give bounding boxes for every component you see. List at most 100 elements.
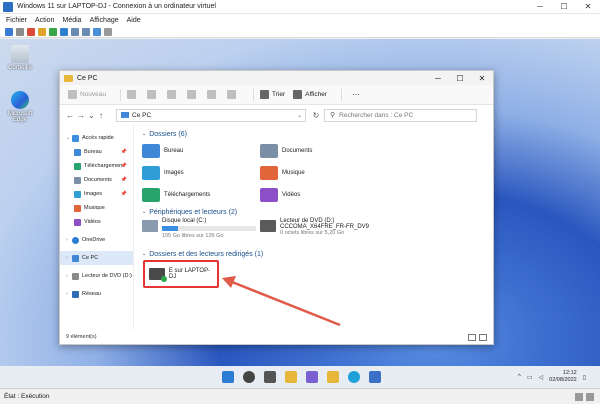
sidebar-item-quick-access[interactable]: ⌄ Accès rapide [60,131,133,145]
revert-icon[interactable] [82,27,90,36]
minimize-button[interactable]: ─ [528,2,552,11]
menu-action[interactable]: Action [35,17,54,24]
folder-documents[interactable]: Documents [260,140,378,162]
vm-state: État : Exécution [4,393,50,400]
vm-window-title: Windows 11 sur LAPTOP-DJ - Connexion à u… [17,3,216,10]
file-explorer-icon[interactable] [327,371,339,383]
maximize-button[interactable]: ☐ [552,2,576,11]
pc-icon [121,112,129,118]
chevron-down-icon: ⌄ [142,251,147,257]
volume-icon[interactable]: ◁ [539,374,544,381]
task-view-icon[interactable] [264,371,276,383]
pin-icon: 📌 [120,149,127,155]
folder-images[interactable]: Images [142,162,260,184]
desktop-icon-recycle-bin[interactable]: Corbeille [0,45,40,71]
menu-media[interactable]: Média [62,17,81,24]
share-button[interactable] [207,90,219,99]
widgets-icon[interactable] [285,371,297,383]
search-icon[interactable] [243,371,255,383]
breadcrumb: Ce PC [132,111,152,119]
back-arrow-icon[interactable]: ← [66,111,77,120]
address-bar[interactable]: Ce PC ⌄ [116,108,306,122]
folder-telechargements[interactable]: Téléchargements [142,184,260,206]
explorer-maximize-button[interactable]: ☐ [449,74,471,83]
scissors-icon [127,90,137,99]
group-header-drives[interactable]: ⌄ Périphériques et lecteurs (2) [142,206,493,218]
reset-icon[interactable] [60,27,68,36]
vm-status-bar: État : Exécution [0,388,600,404]
folder-musique[interactable]: Musique [260,162,378,184]
ctrl-alt-del-icon[interactable] [5,27,13,36]
file-explorer-window: Ce PC ─ ☐ ✕ Nouveau Trier Afficher ··· ←… [59,70,494,345]
explorer-close-button[interactable]: ✕ [471,74,493,83]
pin-icon: 📌 [120,191,127,197]
folder-bureau[interactable]: Bureau [142,140,260,162]
enhanced-session-icon[interactable] [93,27,101,36]
drive-dvd-d[interactable]: Lecteur de DVD (D:) CCCOMA_X64FRE_FR-FR_… [260,218,410,248]
network-icon[interactable]: ▭ [527,374,533,381]
start-icon[interactable] [16,27,24,36]
star-icon [72,134,79,142]
explorer-body: ⌄ Accès rapide Bureau 📌 Téléchargemen 📌 Do… [60,125,493,330]
clock[interactable]: 12:12 02/08/2022 [549,370,577,384]
share-icon[interactable] [104,27,112,36]
notification-icon[interactable]: ▯ [583,374,586,381]
explorer-minimize-button[interactable]: ─ [427,74,449,83]
edge-icon[interactable] [348,371,360,383]
folder-videos[interactable]: Vidéos [260,184,378,206]
stop-icon[interactable] [27,27,35,36]
sidebar-item-dvd[interactable]: › Lecteur de DVD (D:) [60,269,133,283]
start-menu-icon[interactable] [222,371,234,383]
lock-icon [586,392,594,401]
sidebar-item-bureau[interactable]: Bureau 📌 [60,145,133,159]
store-icon[interactable] [369,371,381,383]
sidebar-item-documents[interactable]: Documents 📌 [60,173,133,187]
chat-icon[interactable] [306,371,318,383]
chevron-down-icon[interactable]: ⌄ [297,112,302,119]
checkpoint-icon[interactable] [71,27,79,36]
sidebar-item-reseau[interactable]: › Réseau [60,287,133,301]
group-header-folders[interactable]: ⌄ Dossiers (6) [142,128,493,140]
desktop-icon-edge[interactable]: Microsoft Edge [0,91,40,123]
close-button[interactable]: ✕ [576,2,600,11]
paste-button[interactable] [167,90,179,99]
menu-aide[interactable]: Aide [127,17,141,24]
refresh-icon[interactable]: ↻ [310,111,322,120]
sidebar-item-videos[interactable]: Vidéos [60,215,133,229]
videos-icon [74,218,81,226]
cut-button[interactable] [127,90,139,99]
more-options-button[interactable]: ··· [352,90,360,99]
download-icon [142,188,160,202]
up-arrow-icon[interactable]: ↑ [99,111,110,120]
search-input[interactable]: ⚲ Rechercher dans : Ce PC [324,108,477,122]
new-button[interactable]: Nouveau [68,90,106,99]
details-view-icon[interactable] [468,333,476,341]
group-header-redirected[interactable]: ⌄ Dossiers et des lecteurs redirigés (1) [142,248,493,260]
rename-button[interactable] [187,90,199,99]
sort-button[interactable]: Trier [260,90,285,99]
play-icon[interactable] [49,27,57,36]
view-button[interactable]: Afficher [293,90,327,99]
sidebar-item-ce-pc[interactable]: › Ce PC [60,251,133,265]
chevron-up-icon[interactable]: ^ [518,374,521,380]
menu-affichage[interactable]: Affichage [90,17,119,24]
network-icon [72,290,79,298]
sidebar-item-images[interactable]: Images 📌 [60,187,133,201]
sidebar-item-onedrive[interactable]: › OneDrive [60,233,133,247]
delete-button[interactable] [227,90,239,99]
copy-button[interactable] [147,90,159,99]
sidebar-item-telechargements[interactable]: Téléchargemen 📌 [60,159,133,173]
menu-fichier[interactable]: Fichier [6,17,27,24]
navigation-pane: ⌄ Accès rapide Bureau 📌 Téléchargemen 📌 Do… [60,125,134,330]
redirected-drive-e[interactable]: E sur LAPTOP-DJ [143,260,219,288]
sidebar-item-musique[interactable]: Musique [60,201,133,215]
tiles-view-icon[interactable] [479,333,487,341]
content-pane: ⌄ Dossiers (6) Bureau Documents Images M… [134,125,493,330]
drive-local-c[interactable]: Disque local (C:) 105 Go libres sur 126 … [142,218,260,248]
chevron-down-icon: ⌄ [142,131,147,137]
forward-arrow-icon[interactable]: → [77,111,88,120]
chevron-down-icon[interactable]: ⌄ [88,111,99,120]
divider [120,88,122,101]
pause-icon[interactable] [38,27,46,36]
desktop: Corbeille Microsoft Edge Ce PC ─ ☐ ✕ Nou… [0,39,600,366]
